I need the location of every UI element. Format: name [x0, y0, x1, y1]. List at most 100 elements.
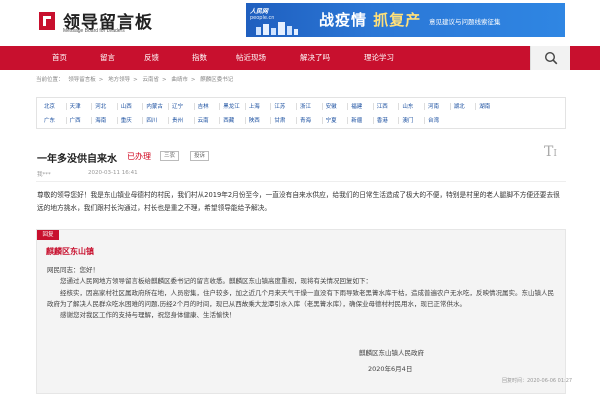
region-separator: [398, 117, 400, 124]
region-link[interactable]: 新疆: [351, 116, 362, 124]
region-link[interactable]: 山东: [402, 102, 413, 110]
region-link[interactable]: 四川: [146, 116, 157, 124]
region-link[interactable]: 澳门: [402, 116, 413, 124]
banner-brand: 人民网: [250, 8, 269, 15]
reply-text: 网民同志：您好！ 您通过人民网地方领导留言板给麒麟区委书记的留言收悉。麒麟区东山…: [37, 265, 567, 321]
region-separator: [347, 117, 349, 124]
nav-item-message[interactable]: 留言: [100, 46, 115, 70]
message-author: 我***: [37, 172, 51, 178]
nav-item-solved[interactable]: 解决了吗: [300, 46, 330, 70]
reply-greeting: 网民同志：您好！: [47, 266, 99, 274]
region-link[interactable]: 西藏: [223, 116, 234, 124]
breadcrumb-item[interactable]: 云南省: [143, 77, 160, 83]
region-link[interactable]: 湖北: [454, 102, 465, 110]
region-link[interactable]: 内蒙古: [146, 102, 163, 110]
nav-item-feedback[interactable]: 反馈: [144, 46, 159, 70]
region-separator: [116, 103, 118, 110]
region-link[interactable]: 河南: [428, 102, 439, 110]
reply-paragraph: 您通过人民网地方领导留言板给麒麟区委书记的留言收悉。麒麟区东山镇高度重视，现将有…: [60, 277, 372, 286]
region-link[interactable]: 辽宁: [172, 102, 183, 110]
region-selector: 北京 天津 河北 山西 内蒙古 辽宁 吉林 黑龙江 上海 江苏 浙江 安徽 福建 江西 山东 河南 湖北 湖南广东…: [36, 97, 566, 129]
region-separator: [372, 103, 374, 110]
region-link[interactable]: 吉林: [198, 102, 209, 110]
nav-search-button[interactable]: [530, 46, 570, 70]
region-link[interactable]: 重庆: [121, 116, 132, 124]
region-separator: [475, 103, 477, 110]
region-link[interactable]: 江苏: [274, 102, 285, 110]
region-separator: [168, 103, 169, 110]
region-link[interactable]: 黑龙江: [223, 102, 240, 110]
region-separator: [347, 103, 349, 110]
region-link[interactable]: 云南: [198, 116, 209, 124]
reply-signature: 麒麟区东山镇人民政府: [359, 349, 424, 357]
reply-paragraph: 经核实，因高家村社区属政府所在地，人员密集，住户较多，加之近几个月来天气干燥一直…: [47, 288, 554, 308]
region-link[interactable]: 台湾: [428, 116, 439, 124]
site-subtitle: Message Board for Leaders: [63, 28, 125, 34]
breadcrumb-item[interactable]: 麒麟区委书记: [200, 77, 233, 83]
region-link[interactable]: 湖南: [479, 102, 490, 110]
region-link[interactable]: 浙江: [300, 102, 311, 110]
message-tag-type[interactable]: 投诉: [190, 151, 210, 161]
message-title: 一年多没供自来水: [37, 154, 117, 165]
region-separator: [398, 103, 400, 110]
region-link[interactable]: 上海: [249, 102, 260, 110]
region-separator: [424, 117, 425, 124]
region-separator: [116, 117, 118, 124]
region-separator: [270, 103, 272, 110]
region-separator: [296, 103, 297, 110]
region-separator: [321, 103, 323, 110]
breadcrumb-sep: >: [190, 77, 196, 83]
reply-tab: 回复: [37, 230, 59, 240]
message-status: 已办理: [127, 152, 151, 161]
region-link[interactable]: 江西: [377, 102, 388, 110]
region-separator: [193, 103, 195, 110]
region-link[interactable]: 贵州: [172, 116, 183, 124]
nav-item-index[interactable]: 指数: [192, 46, 207, 70]
region-link[interactable]: 陕西: [249, 116, 260, 124]
region-link[interactable]: 河北: [95, 102, 106, 110]
font-size-icon[interactable]: TI: [544, 144, 557, 160]
message-date: 2020-03-11 16:41: [88, 170, 138, 176]
region-link[interactable]: 福建: [351, 102, 362, 110]
region-link[interactable]: 安徽: [326, 102, 337, 110]
campaign-banner[interactable]: 人民网 people.cn 战疫情 抓复产 意见建议与问题线索征集: [246, 3, 565, 37]
region-separator: [219, 117, 221, 124]
breadcrumb-sep: >: [98, 77, 104, 83]
region-separator: [244, 103, 246, 110]
region-separator: [321, 117, 323, 124]
reply-box: 回复 麒麟区东山镇 网民同志：您好！ 您通过人民网地方领导留言板给麒麟区委书记的…: [36, 229, 572, 394]
nav-item-theory[interactable]: 理论学习: [364, 46, 394, 70]
region-separator: [424, 103, 425, 110]
breadcrumb-item[interactable]: 领导留言板: [68, 77, 96, 83]
breadcrumb: 当前位置： 领导留言板 > 地方领导 > 云南省 > 曲靖市 > 麒麟区委书记: [36, 75, 566, 85]
region-link[interactable]: 青海: [300, 116, 311, 124]
region-separator: [91, 117, 93, 124]
region-link[interactable]: 北京: [44, 102, 55, 110]
breadcrumb-item[interactable]: 曲靖市: [171, 77, 188, 83]
region-separator: [142, 117, 144, 124]
region-link[interactable]: 广东: [44, 116, 55, 124]
message-body: 尊敬的领导您好！我是东山镇业母德村的村民，我们村从2019年2月份至今，一直没有…: [37, 191, 560, 212]
breadcrumb-item[interactable]: 地方领导: [108, 77, 130, 83]
site-logo[interactable]: 领导留言板 Message Board for Leaders: [36, 7, 176, 39]
nav-item-scene[interactable]: 帖近现场: [236, 46, 266, 70]
region-separator: [168, 117, 169, 124]
main-nav: 首页 留言 反馈 指数 帖近现场 解决了吗 理论学习: [0, 46, 600, 70]
region-link[interactable]: 海南: [95, 116, 106, 124]
region-link[interactable]: 宁夏: [326, 116, 337, 124]
nav-item-home[interactable]: 首页: [52, 46, 67, 70]
banner-headline-b: 抓复产: [373, 11, 422, 29]
region-separator: [372, 117, 374, 124]
region-link[interactable]: 香港: [377, 116, 388, 124]
reply-paragraph: 感谢您对我区工作的支持与理解，祝您身体健康、生活愉快！: [60, 311, 236, 320]
banner-headline: 战疫情 抓复产: [319, 9, 421, 30]
region-link[interactable]: 山西: [121, 102, 132, 110]
region-link[interactable]: 甘肃: [274, 116, 285, 124]
message-tag-category[interactable]: 三农: [160, 151, 180, 161]
region-link[interactable]: 天津: [70, 102, 81, 110]
region-link[interactable]: 广西: [70, 116, 81, 124]
region-separator: [449, 103, 451, 110]
search-icon: [544, 51, 558, 65]
region-separator: [65, 117, 67, 124]
region-separator: [65, 103, 67, 110]
